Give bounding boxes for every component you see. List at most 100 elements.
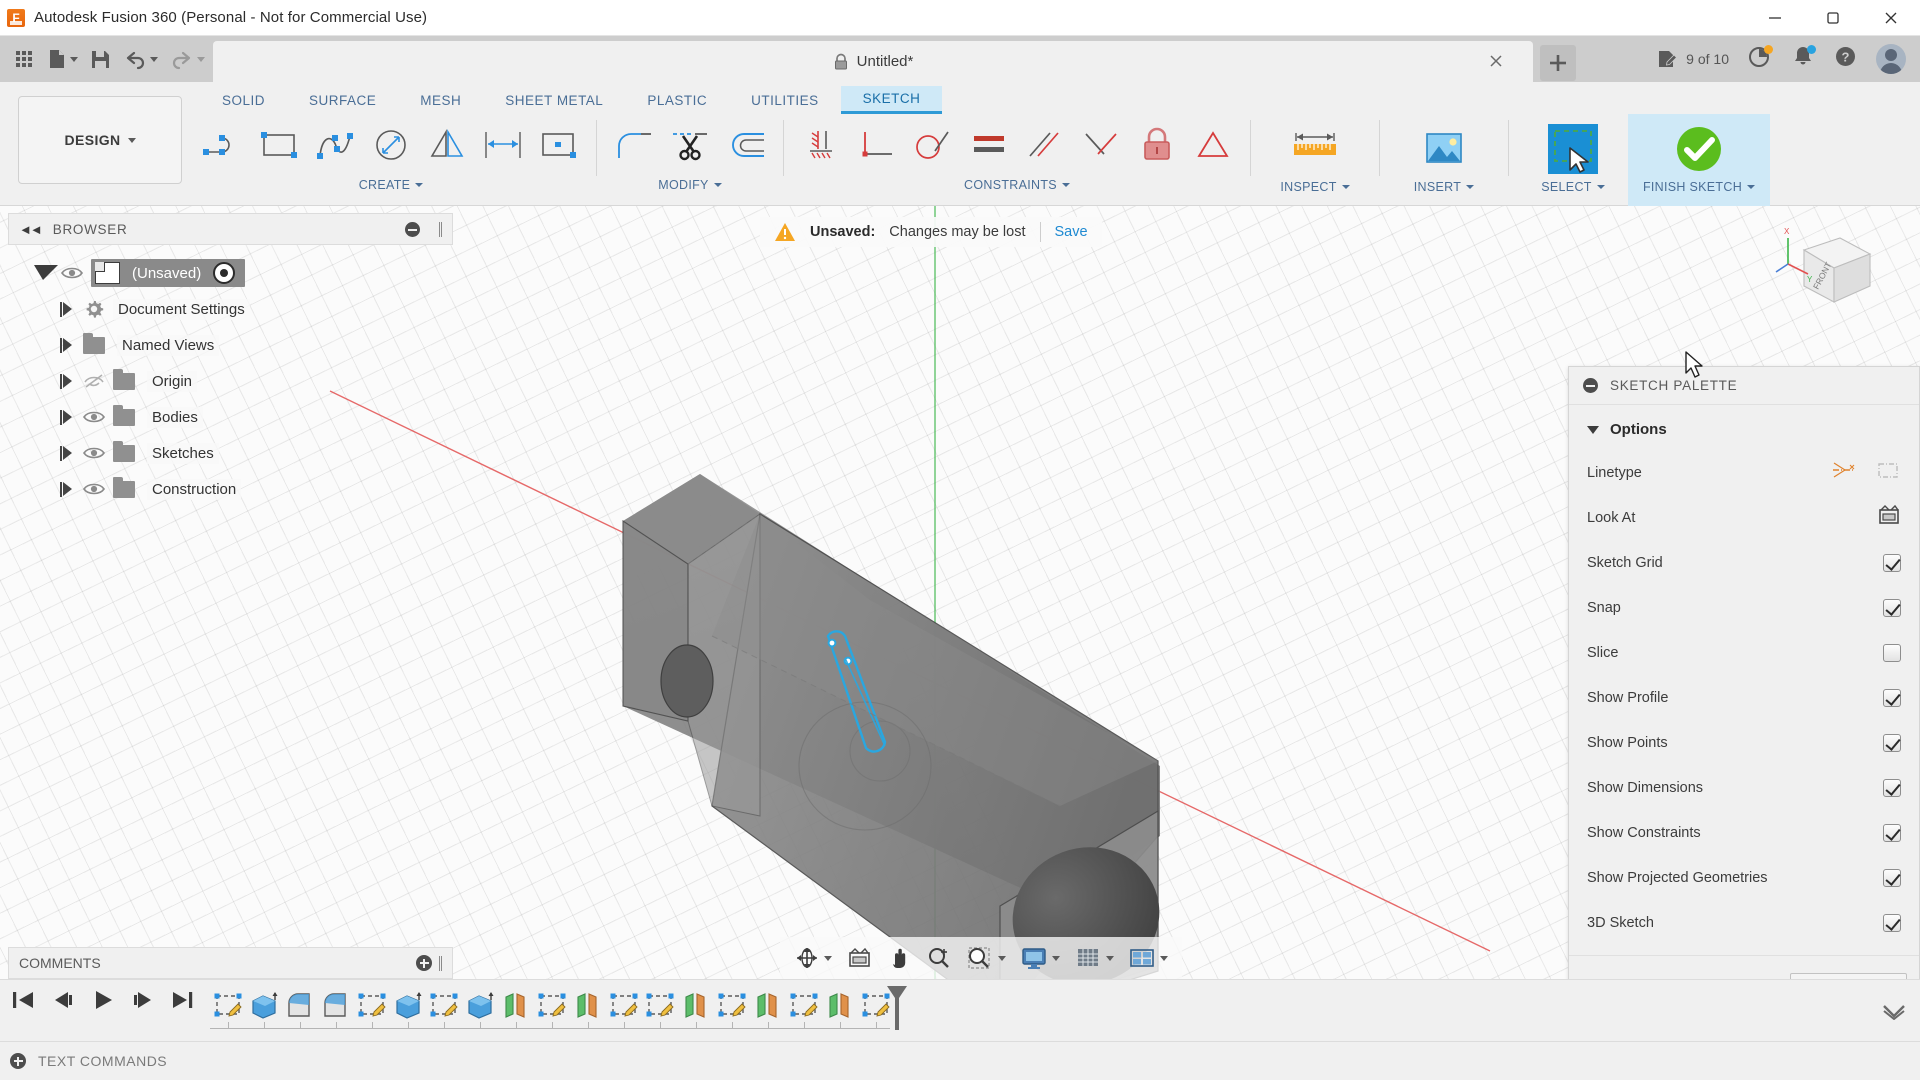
eye-visible-icon[interactable] xyxy=(83,410,105,424)
close-icon[interactable] xyxy=(1862,0,1920,36)
tree-row-bodies[interactable]: Bodies xyxy=(8,399,453,435)
timeline-settings-icon[interactable] xyxy=(1882,1002,1906,1025)
panel-label-insert[interactable]: INSERT xyxy=(1414,180,1474,194)
triangle-down-icon[interactable] xyxy=(1587,426,1599,434)
slice-checkbox[interactable] xyxy=(1883,644,1901,662)
minimize-icon[interactable] xyxy=(1746,0,1804,36)
timeline-node[interactable] xyxy=(246,986,282,1026)
triangle-collapsed-icon[interactable] xyxy=(60,410,73,425)
3d-sketch-checkbox[interactable] xyxy=(1883,914,1901,932)
timeline-node[interactable] xyxy=(786,986,822,1026)
extension-status-button[interactable] xyxy=(1747,44,1773,75)
timeline-node[interactable] xyxy=(678,986,714,1026)
palette-minimize-icon[interactable] xyxy=(1583,378,1598,393)
save-icon[interactable] xyxy=(85,42,116,76)
equal-icon[interactable] xyxy=(961,116,1017,174)
chevron-down-icon[interactable] xyxy=(70,57,78,62)
eye-visible-icon[interactable] xyxy=(83,482,105,496)
trim-icon[interactable] xyxy=(662,116,718,174)
tangent-icon[interactable] xyxy=(905,116,961,174)
sketch-grid-checkbox[interactable] xyxy=(1883,554,1901,572)
line-icon[interactable] xyxy=(195,116,251,174)
panel-label-finish-sketch[interactable]: FINISH SKETCH xyxy=(1643,180,1755,194)
job-status-button[interactable]: 9 of 10 xyxy=(1656,48,1729,70)
chevron-down-icon[interactable] xyxy=(824,956,832,961)
tab-mesh[interactable]: MESH xyxy=(398,86,483,114)
fillet-icon[interactable] xyxy=(606,116,662,174)
eye-visible-icon[interactable] xyxy=(83,446,105,460)
show-dimensions-checkbox[interactable] xyxy=(1883,779,1901,797)
timeline-node[interactable] xyxy=(354,986,390,1026)
comments-add-icon[interactable] xyxy=(416,955,432,971)
midpoint-icon[interactable] xyxy=(1073,116,1129,174)
timeline-node[interactable] xyxy=(390,986,426,1026)
tab-plastic[interactable]: PLASTIC xyxy=(625,86,729,114)
timeline-marker-icon[interactable] xyxy=(884,984,910,1037)
panel-finish-sketch[interactable]: FINISH SKETCH xyxy=(1628,114,1770,206)
timeline-node[interactable] xyxy=(318,986,354,1026)
zoom-window-button[interactable] xyxy=(960,940,1012,976)
go-to-start-icon[interactable] xyxy=(10,988,36,1017)
tree-row-document-settings[interactable]: Document Settings xyxy=(8,291,453,327)
panel-label-create[interactable]: CREATE xyxy=(359,178,424,192)
comments-resize-grip[interactable] xyxy=(439,956,442,971)
panel-inspect[interactable]: INSPECT xyxy=(1260,114,1370,206)
snap-checkbox[interactable] xyxy=(1883,599,1901,617)
app-grid-icon[interactable] xyxy=(8,42,40,76)
step-back-icon[interactable] xyxy=(50,988,76,1017)
save-link[interactable]: Save xyxy=(1055,224,1088,240)
tree-row-construction[interactable]: Construction xyxy=(8,471,453,507)
display-settings-button[interactable] xyxy=(1014,940,1066,976)
timeline-node[interactable] xyxy=(462,986,498,1026)
browser-minimize-icon[interactable] xyxy=(405,222,420,237)
options-section-header[interactable]: Options xyxy=(1569,413,1919,450)
chevron-down-icon[interactable] xyxy=(150,57,158,62)
eye-hidden-icon[interactable] xyxy=(83,373,105,389)
undo-icon[interactable] xyxy=(118,42,163,76)
timeline-node[interactable] xyxy=(570,986,606,1026)
panel-select[interactable]: SELECT xyxy=(1518,114,1628,206)
viewport-canvas[interactable]: 10.00 ◄◄ BROWSER (Unsaved) xyxy=(0,206,1920,1001)
chevron-down-icon[interactable] xyxy=(1160,956,1168,961)
tab-sheet-metal[interactable]: SHEET METAL xyxy=(483,86,625,114)
construction-line-icon[interactable] xyxy=(1831,459,1857,486)
timeline-node[interactable] xyxy=(210,986,246,1026)
viewport-layout-button[interactable] xyxy=(1122,940,1174,976)
circle-icon[interactable] xyxy=(363,116,419,174)
timeline-node[interactable] xyxy=(606,986,642,1026)
tab-solid[interactable]: SOLID xyxy=(200,86,287,114)
browser-resize-grip[interactable] xyxy=(439,222,442,237)
root-component-chip[interactable]: (Unsaved) xyxy=(91,259,245,287)
triangle-collapsed-icon[interactable] xyxy=(60,302,73,317)
timeline-node[interactable] xyxy=(282,986,318,1026)
timeline-node[interactable] xyxy=(642,986,678,1026)
chevron-down-icon[interactable] xyxy=(998,956,1006,961)
notifications-button[interactable] xyxy=(1791,44,1815,74)
tab-surface[interactable]: SURFACE xyxy=(287,86,398,114)
play-icon[interactable] xyxy=(90,988,116,1017)
chevron-down-icon[interactable] xyxy=(1052,956,1060,961)
show-profile-checkbox[interactable] xyxy=(1883,689,1901,707)
tab-sketch[interactable]: SKETCH xyxy=(841,86,943,114)
comments-panel[interactable]: COMMENTS xyxy=(8,947,453,979)
tab-close-icon[interactable] xyxy=(1487,52,1505,70)
view-cube[interactable]: FRONT X Y xyxy=(1774,220,1882,316)
fix-ground-icon[interactable] xyxy=(793,116,849,174)
perpendicular-icon[interactable] xyxy=(849,116,905,174)
orbit-button[interactable] xyxy=(788,940,838,976)
radio-active-icon[interactable] xyxy=(213,262,235,284)
centerline-icon[interactable] xyxy=(1875,459,1901,486)
timeline-node[interactable] xyxy=(498,986,534,1026)
text-commands-expand-icon[interactable] xyxy=(10,1053,26,1069)
collapse-left-icon[interactable]: ◄◄ xyxy=(19,222,41,237)
timeline-node[interactable] xyxy=(822,986,858,1026)
new-document-icon[interactable] xyxy=(42,42,83,76)
timeline-node[interactable] xyxy=(426,986,462,1026)
workspace-selector[interactable]: DESIGN xyxy=(18,96,182,184)
coincident-icon[interactable] xyxy=(1185,116,1241,174)
triangle-collapsed-icon[interactable] xyxy=(60,482,73,497)
tree-row-origin[interactable]: Origin xyxy=(8,363,453,399)
grid-snap-button[interactable] xyxy=(1068,940,1120,976)
timeline-node[interactable] xyxy=(750,986,786,1026)
panel-label-constraints[interactable]: CONSTRAINTS xyxy=(964,178,1070,192)
